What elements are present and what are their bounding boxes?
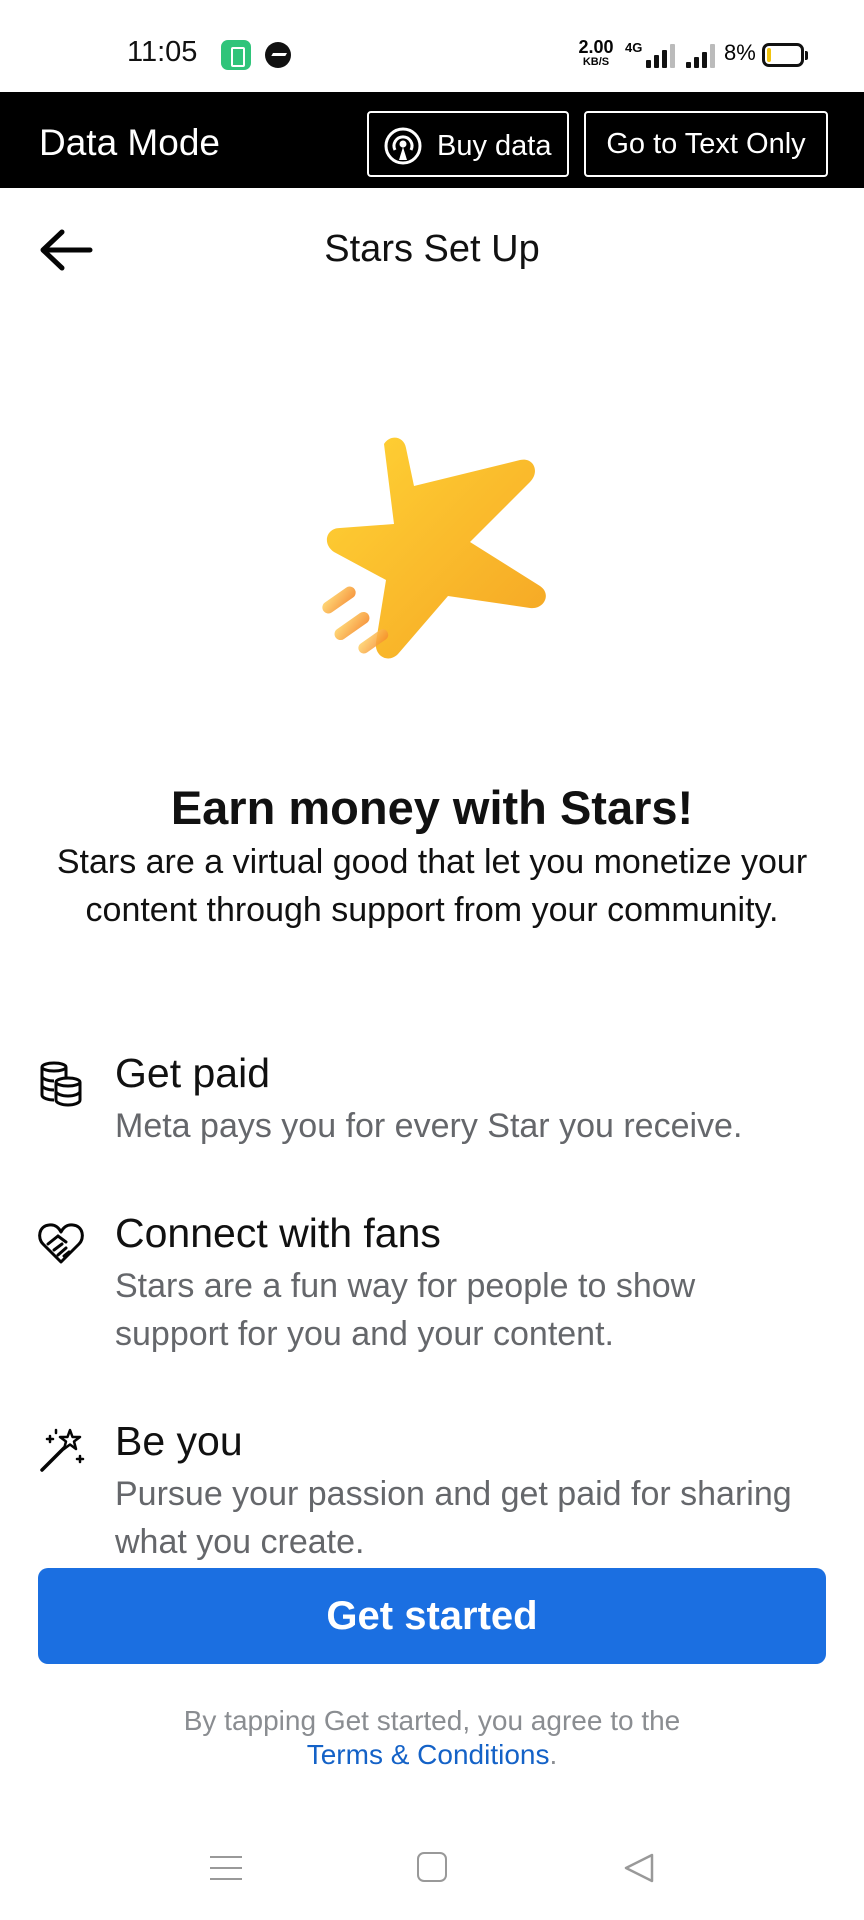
data-mode-bar: Data Mode Buy data Go to Text Only bbox=[0, 92, 864, 188]
buy-data-label: Buy data bbox=[437, 130, 552, 162]
buy-data-button[interactable]: Buy data bbox=[367, 111, 569, 177]
feature-description: Meta pays you for every Star you receive… bbox=[115, 1107, 743, 1145]
headline: Earn money with Stars! bbox=[170, 781, 694, 834]
intro-text: Stars are a virtual good that let you mo… bbox=[56, 843, 808, 929]
feature-title: Get paid bbox=[115, 1050, 270, 1096]
recents-menu-icon[interactable] bbox=[210, 1854, 242, 1882]
text-only-button[interactable]: Go to Text Only bbox=[584, 111, 828, 177]
battery-icon bbox=[762, 43, 808, 67]
status-bar: 11:05 2.00 KB/S 4G 8% bbox=[0, 0, 864, 92]
feature-description: Pursue your passion and get paid for sha… bbox=[115, 1475, 792, 1561]
network-speed: 2.00 KB/S bbox=[572, 38, 620, 68]
network-speed-unit: KB/S bbox=[582, 56, 610, 68]
page-title: Stars Set Up bbox=[324, 228, 540, 270]
broadcast-icon bbox=[384, 127, 422, 165]
coins-icon bbox=[40, 1061, 82, 1107]
network-speed-value: 2.00 bbox=[578, 37, 614, 57]
battery-percent: 8% bbox=[724, 40, 756, 65]
handshake-heart-icon bbox=[38, 1223, 84, 1264]
signal-2-icon bbox=[684, 42, 718, 68]
nav-back-icon[interactable] bbox=[622, 1852, 656, 1884]
terms-link[interactable]: Terms & Conditions bbox=[307, 1739, 550, 1770]
battery-saver-app-icon bbox=[221, 40, 251, 70]
legal-prefix: By tapping Get started, you agree to the bbox=[183, 1705, 681, 1736]
home-icon[interactable] bbox=[417, 1852, 447, 1882]
status-time: 11:05 bbox=[127, 36, 198, 68]
get-started-button[interactable]: Get started bbox=[38, 1568, 826, 1664]
feature-title: Connect with fans bbox=[115, 1210, 441, 1256]
magic-wand-icon bbox=[40, 1428, 85, 1472]
data-mode-title: Data Mode bbox=[39, 122, 220, 163]
system-nav-bar bbox=[0, 1830, 864, 1920]
signal-icon bbox=[644, 42, 678, 68]
star-icon bbox=[322, 437, 546, 659]
legal-suffix: . bbox=[549, 1739, 558, 1770]
messenger-icon bbox=[265, 42, 291, 68]
feature-description: Stars are a fun way for people to show s… bbox=[115, 1267, 696, 1353]
legal-text: By tapping Get started, you agree to the… bbox=[0, 1704, 864, 1772]
network-type: 4G bbox=[625, 40, 643, 55]
feature-title: Be you bbox=[115, 1418, 243, 1464]
